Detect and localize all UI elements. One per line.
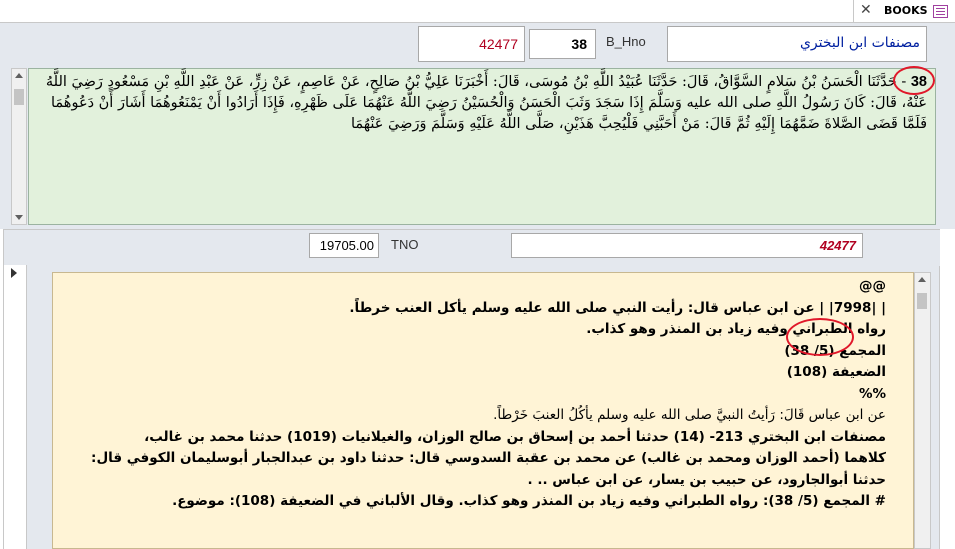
record-selector[interactable] — [4, 265, 27, 549]
scroll-up-icon[interactable] — [918, 277, 926, 282]
tno-label: TNO — [391, 237, 419, 252]
takhrij-scrollbar[interactable] — [914, 272, 931, 549]
current-record-arrow-icon — [11, 268, 17, 278]
tab-books[interactable]: ✕ BOOKS — [853, 0, 955, 22]
hno-label: B_Hno — [606, 34, 646, 49]
sub-record-id-field[interactable]: 42477 — [511, 233, 863, 258]
document-tab-bar: ✕ BOOKS — [0, 0, 955, 23]
takhrij-line-1: @@ — [859, 278, 886, 294]
hadith-scrollbar[interactable] — [11, 68, 27, 225]
tno-field[interactable]: 19705.00 — [309, 233, 379, 258]
takhrij-line-2: | |7998| | عن ابن عباس قال: رأيت النبي ص… — [349, 299, 886, 316]
sub-record-id-value: 42477 — [819, 238, 856, 253]
takhrij-text: @@ | |7998| | عن ابن عباس قال: رأيت النب… — [62, 276, 886, 513]
takhrij-line-8: مصنفات ابن البختري 213- (14) حدثنا أحمد … — [144, 428, 886, 445]
hadith-text: حَدَّثَنَا الْحَسَنُ بْنُ سَلامٍ السَّوَ… — [45, 74, 927, 132]
form-header: 42477 38 B_Hno مصنفات ابن البختري — [0, 23, 955, 66]
scroll-up-icon[interactable] — [15, 73, 23, 78]
takhrij-line-9: كلاهما (أحمد الوزان ومحمد بن غالب) عن مح… — [91, 450, 886, 488]
hadith-section: 38 - حَدَّثَنَا الْحَسَنُ بْنُ سَلامٍ ال… — [0, 66, 955, 229]
takhrij-line-3: رواه الطبراني وفيه زياد بن المنذر وهو كذ… — [586, 321, 886, 337]
annotation-circle-majma-ref — [786, 318, 854, 356]
hadith-text-box[interactable]: 38 - حَدَّثَنَا الْحَسَنُ بْنُ سَلامٍ ال… — [28, 68, 936, 225]
takhrij-line-5: الضعيفة (108) — [786, 364, 886, 380]
takhrij-line-7: عن ابن عباس قَالَ: رَأَيتُ النبيَّ صلى ا… — [493, 407, 886, 423]
close-icon[interactable]: ✕ — [860, 2, 872, 18]
book-title-value: مصنفات ابن البختري — [799, 35, 920, 51]
form-icon — [933, 5, 948, 18]
takhrij-line-4: المجمع (5/ 38) — [784, 342, 886, 359]
tab-title: BOOKS — [884, 4, 928, 17]
tno-value: 19705.00 — [319, 238, 374, 253]
takhrij-line-6: %% — [858, 385, 886, 402]
subform-header: 19705.00 TNO 42477 — [4, 229, 940, 266]
hno-field[interactable]: 38 — [529, 29, 596, 59]
scroll-thumb[interactable] — [14, 89, 24, 105]
book-title-field[interactable]: مصنفات ابن البختري — [667, 26, 927, 62]
record-id-value: 42477 — [479, 36, 518, 52]
record-id-field[interactable]: 42477 — [418, 26, 525, 62]
scroll-down-icon[interactable] — [15, 215, 23, 220]
annotation-circle-hadith-number — [893, 66, 935, 95]
takhrij-line-10: # المجمع (5/ 38): رواه الطبراني وفيه زيا… — [172, 493, 886, 509]
scroll-thumb[interactable] — [917, 293, 927, 309]
hno-value: 38 — [571, 36, 587, 52]
